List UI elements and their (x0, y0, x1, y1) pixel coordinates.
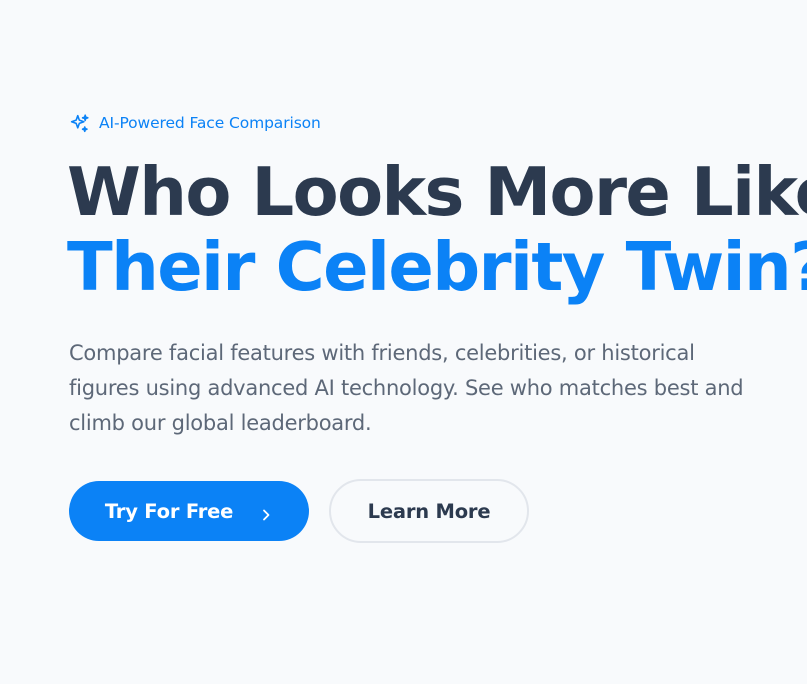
feature-badge: AI-Powered Face Comparison (69, 111, 321, 135)
try-for-free-label: Try For Free (104, 499, 234, 523)
badge-label: AI-Powered Face Comparison (99, 114, 321, 132)
sparkles-icon (69, 113, 90, 134)
hero-section: AI-Powered Face Comparison Who Looks Mor… (67, 0, 807, 684)
cta-button-group: Try For Free Learn More (69, 479, 529, 543)
headline-line-2: Their Celebrity Twin? (67, 228, 807, 306)
chevron-right-icon (259, 504, 273, 521)
try-for-free-button[interactable]: Try For Free (69, 481, 309, 541)
learn-more-label: Learn More (367, 499, 491, 523)
hero-subtitle: Compare facial features with friends, ce… (69, 341, 744, 435)
hero-headline: Who Looks More Like Their Celebrity Twin… (67, 155, 807, 305)
learn-more-button[interactable]: Learn More (329, 479, 529, 543)
headline-line-1: Who Looks More Like (67, 153, 807, 231)
